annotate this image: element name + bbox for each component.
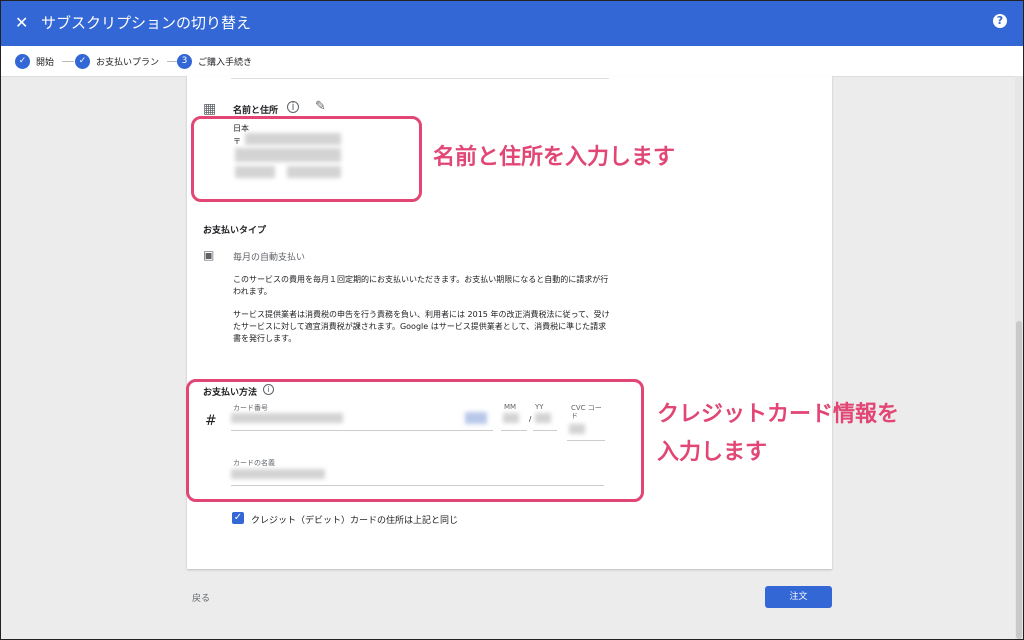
step-number: 3 bbox=[177, 53, 192, 69]
building-icon: ▦ bbox=[203, 101, 217, 117]
name-address-label: 名前と住所 bbox=[233, 106, 279, 116]
step-label: ご購入手続き bbox=[198, 57, 253, 68]
check-icon: ✓ bbox=[15, 53, 30, 69]
order-button[interactable]: 注文 bbox=[765, 586, 832, 608]
annotation-card-line2: 入力します bbox=[657, 440, 768, 465]
step-connector bbox=[62, 60, 75, 62]
stepper: ✓ 開始 ✓ お支払いプラン 3 ご購入手続き bbox=[1, 46, 1023, 77]
annotation-name-address: 名前と住所を入力します bbox=[433, 145, 676, 170]
close-icon[interactable]: ✕ bbox=[15, 12, 28, 34]
step-label: 開始 bbox=[36, 57, 55, 68]
info-icon[interactable]: i bbox=[287, 101, 299, 113]
annotation-card-line1: クレジットカード情報を bbox=[657, 402, 900, 427]
billing-description: このサービスの費用を毎月１回定期的にお支払いいただきます。お支払い期限になると自… bbox=[233, 275, 609, 296]
help-icon[interactable]: ? bbox=[993, 14, 1007, 28]
step-start: ✓ 開始 bbox=[15, 53, 75, 69]
edit-icon[interactable]: ✎ bbox=[315, 100, 326, 114]
step-plan: ✓ お支払いプラン bbox=[75, 53, 180, 69]
payment-type-heading: お支払いタイプ bbox=[203, 226, 267, 236]
annotation-box-card bbox=[186, 379, 644, 502]
calendar-icon: ▣ bbox=[203, 248, 215, 262]
scrollbar[interactable] bbox=[1015, 76, 1023, 639]
step-label: お支払いプラン bbox=[96, 57, 160, 68]
tax-notice: サービス提供業者は消費税の申告を行う責務を負い、利用者には 2015 年の改正消… bbox=[233, 310, 610, 343]
billing-same-label: クレジット（デビット）カードの住所は上記と同じ bbox=[251, 516, 459, 526]
step-checkout: 3 ご購入手続き bbox=[177, 53, 252, 69]
billing-same-checkbox[interactable]: ✓ bbox=[232, 512, 244, 524]
payment-type-value: 毎月の自動支払い bbox=[233, 253, 306, 263]
page-title: サブスクリプションの切り替え bbox=[41, 14, 252, 32]
divider bbox=[231, 78, 609, 79]
annotation-box-name-address bbox=[191, 116, 422, 202]
back-button[interactable]: 戻る bbox=[192, 591, 210, 604]
app-header: ✕ サブスクリプションの切り替え ? bbox=[1, 1, 1023, 46]
window-frame: ✕ サブスクリプションの切り替え ? ✓ 開始 ✓ お支払いプラン 3 ご購入手… bbox=[0, 0, 1024, 640]
scrollbar-thumb[interactable] bbox=[1016, 321, 1022, 639]
check-icon: ✓ bbox=[75, 53, 90, 69]
